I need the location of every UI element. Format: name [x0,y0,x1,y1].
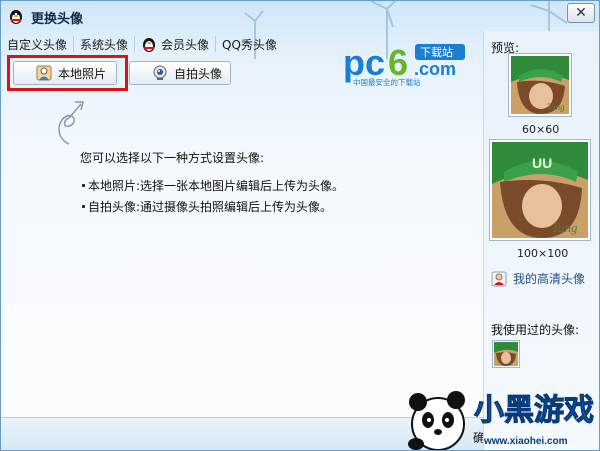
window-title: 更换头像 [31,12,84,27]
tab-member-avatar[interactable]: 会员头像 [135,33,215,55]
title-bar[interactable]: 更换头像 ✕ [1,1,599,31]
avatar-preview-small: Tang [508,53,572,117]
logo-slogan: 中国最安全的下载站 [353,77,421,87]
user-icon [491,271,507,287]
tab-label: 会员头像 [161,37,210,52]
tab-system-avatar[interactable]: 系统头像 [74,33,134,55]
highlight-box [7,55,128,91]
avatar-signature: Tang [552,220,578,235]
tab-custom-avatar[interactable]: 自定义头像 [1,33,73,55]
change-avatar-window: 更换头像 ✕ 自定义头像 系统头像 会员头像 QQ秀头像 pc 6 下载站 .c… [0,0,600,451]
arrow-decoration [58,101,84,145]
avatar-signature: Tang [547,102,565,112]
panda-icon [408,391,465,450]
size-label-small: 60×60 [522,123,560,136]
used-avatar-item[interactable] [492,340,520,368]
avatar-preview-large: UU Tang [489,139,591,241]
watermark-url: www.xiaohei.com [483,436,568,447]
watermark-name: 小黑游戏 [474,393,594,428]
xiaohei-watermark: 小黑游戏 www.xiaohei.com [406,384,599,450]
tab-label: 自定义头像 [7,37,68,52]
svg-text:6: 6 [388,42,408,83]
pc6-logo: pc 6 下载站 .com 中国最安全的下载站 [341,41,471,89]
logo-tag: 下载站 [420,45,453,59]
tab-label: 系统头像 [80,37,129,52]
bullet-selfie: 自拍头像:通过摄像头拍照编辑后上传为头像。 [81,200,333,214]
selfie-button[interactable]: 自拍头像 [129,61,231,85]
tab-qqshow-avatar[interactable]: QQ秀头像 [216,33,283,55]
logo-domain: .com [414,59,456,79]
close-icon: ✕ [575,5,587,21]
svg-text:UU: UU [532,155,552,171]
my-hd-avatar-link[interactable]: 我的高清头像 [491,270,585,287]
webcam-icon [152,65,168,81]
penguin-icon [8,8,24,24]
hd-link-label: 我的高清头像 [513,272,586,286]
size-label-large: 100×100 [517,247,569,260]
tab-label: QQ秀头像 [222,37,277,52]
close-button[interactable]: ✕ [567,3,595,23]
intro-text: 您可以选择以下一种方式设置头像: [80,151,265,165]
svg-text:pc: pc [343,42,385,83]
penguin-icon [141,36,157,52]
used-avatars-label: 我使用过的头像: [491,323,580,337]
selfie-label: 自拍头像 [174,66,223,81]
bullet-local-photo: 本地照片:选择一张本地图片编辑后上传为头像。 [81,179,345,193]
